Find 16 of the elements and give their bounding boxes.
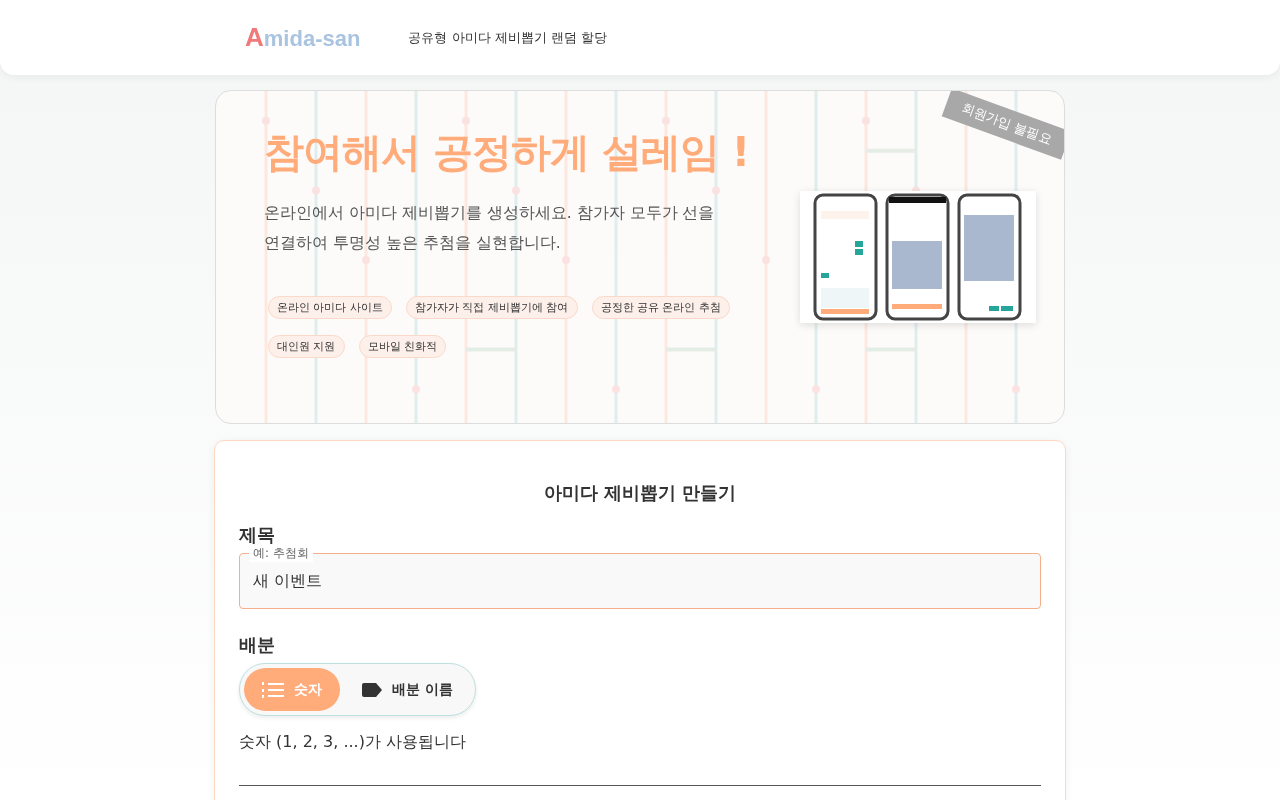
feature-chip: 참가자가 직접 제비뽑기에 참여 [406, 296, 578, 319]
feature-chip: 모바일 친화적 [358, 335, 446, 358]
form-heading: 아미다 제비뽑기 만들기 [542, 481, 738, 505]
hero-description: 온라인에서 아미다 제비뽑기를 생성하세요. 참가자 모두가 선을 연결하여 투명성 높은 추첨을 실현합니다. [264, 203, 716, 254]
feature-chip: 대인원 지원 [268, 335, 345, 358]
numbered-list-icon [262, 680, 284, 699]
label-tag-icon [362, 682, 382, 697]
allocation-hint: 숫자 (1, 2, 3, ...)가 사용됩니다 [239, 732, 467, 753]
field-floating-label: 예: 추첨회 [249, 545, 313, 562]
allocation-label: 배분 [239, 633, 276, 657]
hero-title: 참여해서 공정하게 설레임 ! [264, 128, 751, 177]
tagline: 공유형 아미다 제비뽑기 랜덤 할당 [408, 28, 607, 47]
feature-chip: 공정한 공유 온라인 추첨 [591, 296, 730, 319]
allocation-option[interactable]: 배분 이름 [344, 668, 471, 711]
title-label: 제목 [239, 523, 276, 547]
feature-chip: 온라인 아미다 사이트 [268, 296, 392, 319]
